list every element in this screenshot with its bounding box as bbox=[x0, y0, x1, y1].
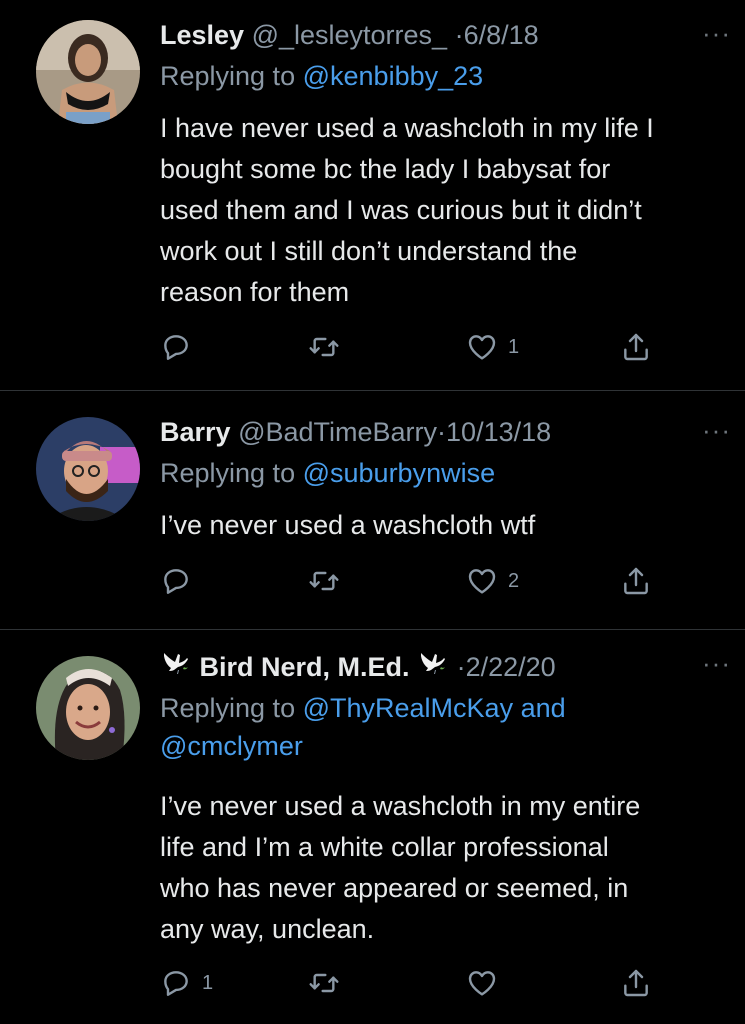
tweet-text-line: work out I still don’t understand the bbox=[160, 236, 578, 266]
tweet-header: Bird Nerd, M.Ed. ·2/22/20 bbox=[160, 648, 556, 688]
tweet-text: I’ve never used a washcloth in my entire… bbox=[160, 786, 730, 950]
replying-to: Replying to @suburbynwise bbox=[160, 454, 720, 492]
tweet-header: Barry @BadTimeBarry·10/13/18 bbox=[160, 415, 551, 449]
tweet-bird-nerd[interactable]: Bird Nerd, M.Ed. ·2/22/20 ··· Replying t… bbox=[0, 630, 745, 1024]
mention-link[interactable]: @ThyRealMcKay bbox=[303, 693, 513, 723]
more-icon[interactable]: ··· bbox=[702, 415, 731, 446]
avatar[interactable] bbox=[36, 656, 140, 760]
and-link[interactable]: and bbox=[521, 693, 566, 723]
like-icon bbox=[466, 565, 498, 597]
share-icon bbox=[620, 331, 652, 363]
user-handle[interactable]: @BadTimeBarry bbox=[238, 417, 437, 447]
tweet-text-line: I have never used a washcloth in my life… bbox=[160, 113, 654, 143]
like-count: 1 bbox=[508, 335, 520, 358]
like-button[interactable] bbox=[466, 966, 498, 1000]
share-icon bbox=[620, 565, 652, 597]
replying-to: Replying to @ThyRealMcKay and @cmclymer bbox=[160, 689, 720, 765]
like-button[interactable]: 2 bbox=[466, 564, 519, 598]
reply-icon bbox=[160, 331, 192, 363]
tweet-date[interactable]: 2/22/20 bbox=[466, 652, 556, 682]
tweet-text-line: I’ve never used a washcloth in my entire bbox=[160, 791, 641, 821]
action-bar: 1 bbox=[160, 330, 680, 364]
mention-link[interactable]: @cmclymer bbox=[160, 731, 303, 761]
retweet-button[interactable] bbox=[308, 330, 340, 364]
tweet-text-line: bought some bc the lady I babysat for bbox=[160, 154, 611, 184]
tweet-text: I’ve never used a washcloth wtf bbox=[160, 505, 730, 546]
retweet-icon bbox=[308, 565, 340, 597]
mention-link[interactable]: @suburbynwise bbox=[303, 458, 496, 488]
like-count: 2 bbox=[508, 569, 520, 592]
avatar[interactable] bbox=[36, 20, 140, 124]
more-icon[interactable]: ··· bbox=[702, 648, 731, 679]
display-name[interactable]: Lesley bbox=[160, 20, 244, 50]
reply-icon bbox=[160, 967, 192, 999]
mention-link[interactable]: @kenbibby_23 bbox=[303, 61, 484, 91]
tweet-text-line: life and I’m a white collar professional bbox=[160, 832, 609, 862]
retweet-button[interactable] bbox=[308, 966, 340, 1000]
tweet-barry[interactable]: Barry @BadTimeBarry·10/13/18 ··· Replyin… bbox=[0, 391, 745, 629]
replying-to-label: Replying to bbox=[160, 693, 296, 723]
retweet-icon bbox=[308, 967, 340, 999]
avatar[interactable] bbox=[36, 417, 140, 521]
tweet-lesley[interactable]: Lesley @_lesleytorres_ ·6/8/18 ··· Reply… bbox=[0, 0, 745, 390]
retweet-button[interactable] bbox=[308, 564, 340, 598]
tweet-text-line: reason for them bbox=[160, 277, 350, 307]
tweet-text-line: used them and I was curious but it didn’… bbox=[160, 195, 642, 225]
retweet-icon bbox=[308, 331, 340, 363]
dove-icon bbox=[417, 648, 449, 688]
tweet-text-line: who has never appeared or seemed, in bbox=[160, 873, 629, 903]
like-icon bbox=[466, 331, 498, 363]
tweet-date[interactable]: 10/13/18 bbox=[446, 417, 551, 447]
action-bar: 1 bbox=[160, 966, 680, 1000]
tweet-text-line: I’ve never used a washcloth wtf bbox=[160, 510, 536, 540]
dove-icon bbox=[160, 648, 192, 688]
replying-to-label: Replying to bbox=[160, 61, 296, 91]
more-icon[interactable]: ··· bbox=[702, 18, 731, 49]
action-bar: 2 bbox=[160, 564, 680, 598]
reply-button[interactable] bbox=[160, 564, 192, 598]
display-name[interactable]: Barry bbox=[160, 417, 231, 447]
tweet-text: I have never used a washcloth in my life… bbox=[160, 108, 730, 313]
display-name[interactable]: Bird Nerd, M.Ed. bbox=[200, 652, 410, 682]
share-button[interactable] bbox=[620, 564, 652, 598]
tweet-header: Lesley @_lesleytorres_ ·6/8/18 bbox=[160, 18, 539, 52]
reply-count: 1 bbox=[202, 971, 214, 994]
replying-to-label: Replying to bbox=[160, 458, 296, 488]
like-button[interactable]: 1 bbox=[466, 330, 519, 364]
separator-dot: · bbox=[456, 652, 466, 682]
tweet-text-line: any way, unclean. bbox=[160, 914, 375, 944]
reply-button[interactable] bbox=[160, 330, 192, 364]
replying-to: Replying to @kenbibby_23 bbox=[160, 57, 720, 95]
reply-button[interactable]: 1 bbox=[160, 966, 213, 1000]
like-icon bbox=[466, 967, 498, 999]
separator-dot: · bbox=[454, 20, 464, 50]
share-button[interactable] bbox=[620, 330, 652, 364]
separator-dot: · bbox=[437, 417, 447, 447]
reply-icon bbox=[160, 565, 192, 597]
tweet-date[interactable]: 6/8/18 bbox=[464, 20, 539, 50]
user-handle[interactable]: @_lesleytorres_ bbox=[252, 20, 448, 50]
share-icon bbox=[620, 967, 652, 999]
share-button[interactable] bbox=[620, 966, 652, 1000]
